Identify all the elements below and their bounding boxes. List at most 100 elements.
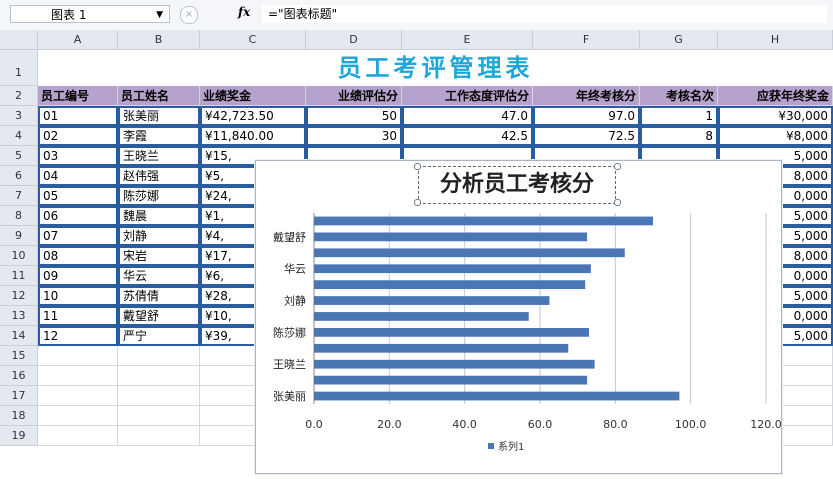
table-cell[interactable]: 李霞 <box>118 126 200 146</box>
table-cell[interactable]: 01 <box>38 106 118 126</box>
empty-cell[interactable] <box>118 386 200 406</box>
table-cell[interactable]: 张美丽 <box>118 106 200 126</box>
column-header-A[interactable]: A <box>38 30 118 50</box>
table-cell[interactable]: 06 <box>38 206 118 226</box>
table-cell[interactable]: 10 <box>38 286 118 306</box>
column-header-F[interactable]: F <box>533 30 640 50</box>
row-header[interactable]: 6 <box>0 166 38 186</box>
bar <box>314 264 591 274</box>
table-cell[interactable]: 97.0 <box>533 106 640 126</box>
empty-cell[interactable] <box>118 426 200 446</box>
table-cell[interactable]: 02 <box>38 126 118 146</box>
table-cell[interactable]: 30 <box>306 126 402 146</box>
formula-bar: 图表 1 ▼ × fx ="图表标题" <box>0 0 833 31</box>
table-header-cell[interactable]: 工作态度评估分 <box>402 86 533 106</box>
table-cell[interactable]: 魏晨 <box>118 206 200 226</box>
table-cell[interactable]: 12 <box>38 326 118 346</box>
row-header[interactable]: 7 <box>0 186 38 206</box>
bar <box>314 375 588 385</box>
column-header-B[interactable]: B <box>118 30 200 50</box>
table-cell[interactable]: 47.0 <box>402 106 533 126</box>
column-header-E[interactable]: E <box>402 30 533 50</box>
chart[interactable]: 分析员工考核分 0.0 20.0 40.0 60.0 80.0 100.0 120.0 张美丽… <box>255 160 782 474</box>
x-tick-label: 80.0 <box>603 418 628 431</box>
dropdown-arrow-icon[interactable]: ▼ <box>156 6 163 24</box>
y-category-label: 陈莎娜 <box>273 325 306 339</box>
insert-function-icon[interactable]: fx <box>238 5 250 19</box>
empty-cell[interactable] <box>118 366 200 386</box>
row-header[interactable]: 15 <box>0 346 38 366</box>
table-cell[interactable]: 1 <box>640 106 718 126</box>
table-cell[interactable]: 42.5 <box>402 126 533 146</box>
row-header[interactable]: 10 <box>0 246 38 266</box>
column-header-D[interactable]: D <box>306 30 402 50</box>
table-cell[interactable]: 戴望舒 <box>118 306 200 326</box>
table-cell[interactable]: 07 <box>38 226 118 246</box>
table-cell[interactable]: 08 <box>38 246 118 266</box>
table-cell[interactable]: ¥30,000 <box>718 106 833 126</box>
row-header[interactable]: 12 <box>0 286 38 306</box>
row-header[interactable]: 14 <box>0 326 38 346</box>
name-box-value: 图表 1 <box>51 8 87 22</box>
table-cell[interactable]: 华云 <box>118 266 200 286</box>
table-header-cell[interactable]: 员工编号 <box>38 86 118 106</box>
table-cell[interactable]: ¥8,000 <box>718 126 833 146</box>
table-cell[interactable]: 苏倩倩 <box>118 286 200 306</box>
empty-cell[interactable] <box>118 406 200 426</box>
table-cell[interactable]: 05 <box>38 186 118 206</box>
empty-cell[interactable] <box>38 406 118 426</box>
bar <box>314 280 586 290</box>
table-cell[interactable]: 11 <box>38 306 118 326</box>
table-header-cell[interactable]: 年终考核分 <box>533 86 640 106</box>
row-header[interactable]: 8 <box>0 206 38 226</box>
row-header[interactable]: 19 <box>0 426 38 446</box>
table-cell[interactable]: 王晓兰 <box>118 146 200 166</box>
row-header[interactable]: 18 <box>0 406 38 426</box>
select-all-corner[interactable] <box>0 30 38 50</box>
table-header-cell[interactable]: 考核名次 <box>640 86 718 106</box>
column-header-G[interactable]: G <box>640 30 718 50</box>
bar <box>314 296 550 305</box>
table-cell[interactable]: 09 <box>38 266 118 286</box>
table-cell[interactable]: 8 <box>640 126 718 146</box>
table-cell[interactable]: 03 <box>38 146 118 166</box>
table-header-cell[interactable]: 业绩奖金 <box>200 86 306 106</box>
empty-cell[interactable] <box>38 426 118 446</box>
empty-cell[interactable] <box>38 346 118 366</box>
sheet-title[interactable]: 员工考评管理表 <box>38 50 833 86</box>
table-cell[interactable]: 严宁 <box>118 326 200 346</box>
column-header-C[interactable]: C <box>200 30 306 50</box>
table-cell[interactable]: 陈莎娜 <box>118 186 200 206</box>
y-category-label: 华云 <box>284 262 306 276</box>
row-header[interactable]: 9 <box>0 226 38 246</box>
table-cell[interactable]: 04 <box>38 166 118 186</box>
table-header-cell[interactable]: 应获年终奖金 <box>718 86 833 106</box>
formula-input[interactable]: ="图表标题" <box>262 5 827 23</box>
row-header[interactable]: 2 <box>0 86 38 106</box>
table-header-cell[interactable]: 业绩评估分 <box>306 86 402 106</box>
row-header[interactable]: 16 <box>0 366 38 386</box>
row-header[interactable]: 1 <box>0 50 38 86</box>
row-header[interactable]: 17 <box>0 386 38 406</box>
empty-cell[interactable] <box>118 346 200 366</box>
table-header-cell[interactable]: 员工姓名 <box>118 86 200 106</box>
row-header[interactable]: 13 <box>0 306 38 326</box>
row-header[interactable]: 3 <box>0 106 38 126</box>
table-cell[interactable]: 赵伟强 <box>118 166 200 186</box>
table-cell[interactable]: 50 <box>306 106 402 126</box>
table-cell[interactable]: 宋岩 <box>118 246 200 266</box>
row-header[interactable]: 4 <box>0 126 38 146</box>
cancel-icon[interactable]: × <box>180 6 198 24</box>
row-header[interactable]: 5 <box>0 146 38 166</box>
name-box[interactable]: 图表 1 ▼ <box>10 5 170 23</box>
row-header[interactable]: 11 <box>0 266 38 286</box>
legend-swatch <box>488 443 494 449</box>
column-header-H[interactable]: H <box>718 30 833 50</box>
table-cell[interactable]: 刘静 <box>118 226 200 246</box>
empty-cell[interactable] <box>38 386 118 406</box>
table-cell[interactable]: ¥42,723.50 <box>200 106 306 126</box>
empty-cell[interactable] <box>38 366 118 386</box>
x-tick-label: 100.0 <box>675 418 707 431</box>
table-cell[interactable]: 72.5 <box>533 126 640 146</box>
table-cell[interactable]: ¥11,840.00 <box>200 126 306 146</box>
